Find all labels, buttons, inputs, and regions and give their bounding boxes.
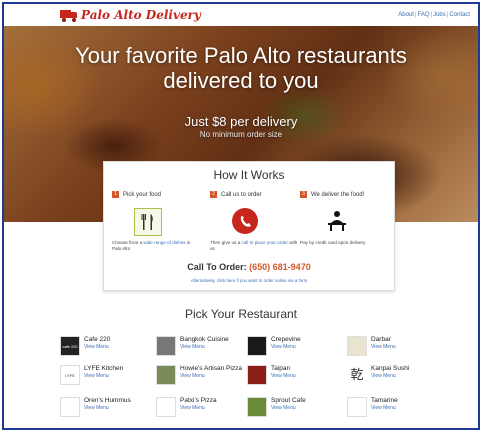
pick-restaurant-title: Pick Your Restaurant xyxy=(184,307,298,321)
page-frame: Palo Alto Delivery About|FAQ|Jobs|Contac… xyxy=(2,2,480,430)
restaurant-name[interactable]: Taipan xyxy=(271,365,296,372)
dishes-link[interactable]: wide range of dishes xyxy=(143,240,185,245)
view-menu-link[interactable]: View Menu xyxy=(271,405,306,411)
brand-logo[interactable]: Palo Alto Delivery xyxy=(60,8,201,22)
restaurant-logo[interactable]: cafe 220 xyxy=(60,336,80,356)
restaurant-item[interactable]: cafe 220 Cafe 220 View Menu xyxy=(60,336,110,356)
step-desc-wrap: Pay by credit card upon delivery xyxy=(300,236,390,246)
restaurant-name[interactable]: Kanpai Sushi xyxy=(371,365,409,372)
restaurant-item[interactable]: Tamarine View Menu xyxy=(347,397,398,417)
restaurant-item[interactable]: Darbar View Menu xyxy=(347,336,396,356)
restaurant-logo[interactable] xyxy=(156,336,176,356)
hero-price: Just $8 per delivery xyxy=(184,114,298,129)
restaurant-item[interactable]: Howie's Artisan Pizza View Menu xyxy=(156,365,242,385)
restaurant-name[interactable]: Darbar xyxy=(371,336,396,343)
step-number: 2 xyxy=(210,191,217,198)
restaurant-logo[interactable] xyxy=(247,365,267,385)
view-menu-link[interactable]: View Menu xyxy=(180,344,229,350)
step-description: Then give us a call to place your order … xyxy=(210,240,298,251)
brand-name: Palo Alto Delivery xyxy=(81,8,201,22)
restaurant-logo[interactable] xyxy=(247,397,267,417)
restaurant-name[interactable]: Oren's Hummus xyxy=(84,397,131,404)
step-desc-wrap: Then give us a call to place your order … xyxy=(210,236,300,252)
step-label: Pick your food xyxy=(123,191,162,198)
restaurant-logo[interactable]: LYFE xyxy=(60,365,80,385)
call-to-order: Call To Order: (650) 681-9470 xyxy=(104,262,394,272)
restaurant-logo[interactable] xyxy=(60,397,80,417)
how-it-works-title: How It Works xyxy=(213,168,285,182)
order-online-link[interactable]: Alternatively, click here if you want to… xyxy=(104,278,394,283)
restaurant-item[interactable]: Bangkok Cuisine View Menu xyxy=(156,336,229,356)
step-call-order: 2 Call us to order xyxy=(210,191,300,198)
view-menu-link[interactable]: View Menu xyxy=(371,405,398,411)
step-description: Pay by credit card upon delivery xyxy=(300,240,366,245)
step-number: 3 xyxy=(300,191,307,198)
restaurant-logo[interactable] xyxy=(156,365,176,385)
hero-title: Your favorite Palo Alto restaurants deli… xyxy=(4,43,478,93)
restaurant-name[interactable]: Patxi's Pizza xyxy=(180,397,217,404)
view-menu-link[interactable]: View Menu xyxy=(271,373,296,379)
call-label: Call To Order: xyxy=(187,262,247,272)
call-link[interactable]: call to place your order xyxy=(241,240,287,245)
how-it-works-panel: How It Works 1 Pick your food 2 Call us to… xyxy=(103,161,395,291)
step-label: Call us to order xyxy=(221,191,262,198)
nav-separator: | xyxy=(430,12,433,18)
restaurant-item[interactable]: Patxi's Pizza View Menu xyxy=(156,397,217,417)
step-delivery: 3 We deliver the food! xyxy=(300,191,390,198)
restaurant-item[interactable]: Taipan View Menu xyxy=(247,365,296,385)
restaurant-name[interactable]: Sprout Cafe xyxy=(271,397,306,404)
phone-number[interactable]: (650) 681-9470 xyxy=(249,262,311,272)
step-pick-food: 1 Pick your food xyxy=(112,191,202,198)
view-menu-link[interactable]: View Menu xyxy=(180,373,242,379)
view-menu-link[interactable]: View Menu xyxy=(84,344,110,350)
step-label: We deliver the food! xyxy=(311,191,365,198)
restaurant-item[interactable]: Sprout Cafe View Menu xyxy=(247,397,306,417)
nav-about[interactable]: About xyxy=(398,12,414,18)
restaurant-item[interactable]: 乾 Kanpai Sushi View Menu xyxy=(347,365,409,385)
hero-title-line1: Your favorite Palo Alto restaurants xyxy=(75,43,407,68)
restaurant-name[interactable]: LYFE Kitchen xyxy=(84,365,123,372)
nav-contact[interactable]: Contact xyxy=(449,12,470,18)
restaurant-item[interactable]: LYFE LYFE Kitchen View Menu xyxy=(60,365,123,385)
nav-faq[interactable]: FAQ xyxy=(417,12,429,18)
restaurant-logo[interactable] xyxy=(156,397,176,417)
truck-icon xyxy=(60,9,77,22)
restaurant-logo[interactable] xyxy=(247,336,267,356)
restaurant-item[interactable]: Oren's Hummus View Menu xyxy=(60,397,131,417)
view-menu-link[interactable]: View Menu xyxy=(271,344,301,350)
phone-icon xyxy=(232,208,258,234)
person-icon xyxy=(324,208,350,234)
step-number: 1 xyxy=(112,191,119,198)
restaurant-logo[interactable] xyxy=(347,336,367,356)
top-bar: Palo Alto Delivery About|FAQ|Jobs|Contac… xyxy=(4,4,478,26)
utensils-icon xyxy=(134,208,162,236)
restaurant-name[interactable]: Howie's Artisan Pizza xyxy=(180,365,242,372)
nav-jobs[interactable]: Jobs xyxy=(433,12,446,18)
hero-subtitle: No minimum order size xyxy=(199,130,283,139)
restaurant-name[interactable]: Cafe 220 xyxy=(84,336,110,343)
step-description: Choose from a wide range of dishes in Pa… xyxy=(112,240,191,251)
restaurant-name[interactable]: Tamarine xyxy=(371,397,398,404)
view-menu-link[interactable]: View Menu xyxy=(84,373,123,379)
view-menu-link[interactable]: View Menu xyxy=(371,373,409,379)
restaurant-logo[interactable] xyxy=(347,397,367,417)
hero-title-line2: delivered to you xyxy=(163,68,319,93)
view-menu-link[interactable]: View Menu xyxy=(371,344,396,350)
step-desc-wrap: Choose from a wide range of dishes in Pa… xyxy=(112,236,202,252)
top-nav: About|FAQ|Jobs|Contact xyxy=(398,12,470,18)
view-menu-link[interactable]: View Menu xyxy=(180,405,217,411)
view-menu-link[interactable]: View Menu xyxy=(84,405,131,411)
restaurant-logo[interactable]: 乾 xyxy=(347,365,367,385)
restaurant-name[interactable]: Bangkok Cuisine xyxy=(180,336,229,343)
restaurant-item[interactable]: Crepevine View Menu xyxy=(247,336,301,356)
restaurant-name[interactable]: Crepevine xyxy=(271,336,301,343)
